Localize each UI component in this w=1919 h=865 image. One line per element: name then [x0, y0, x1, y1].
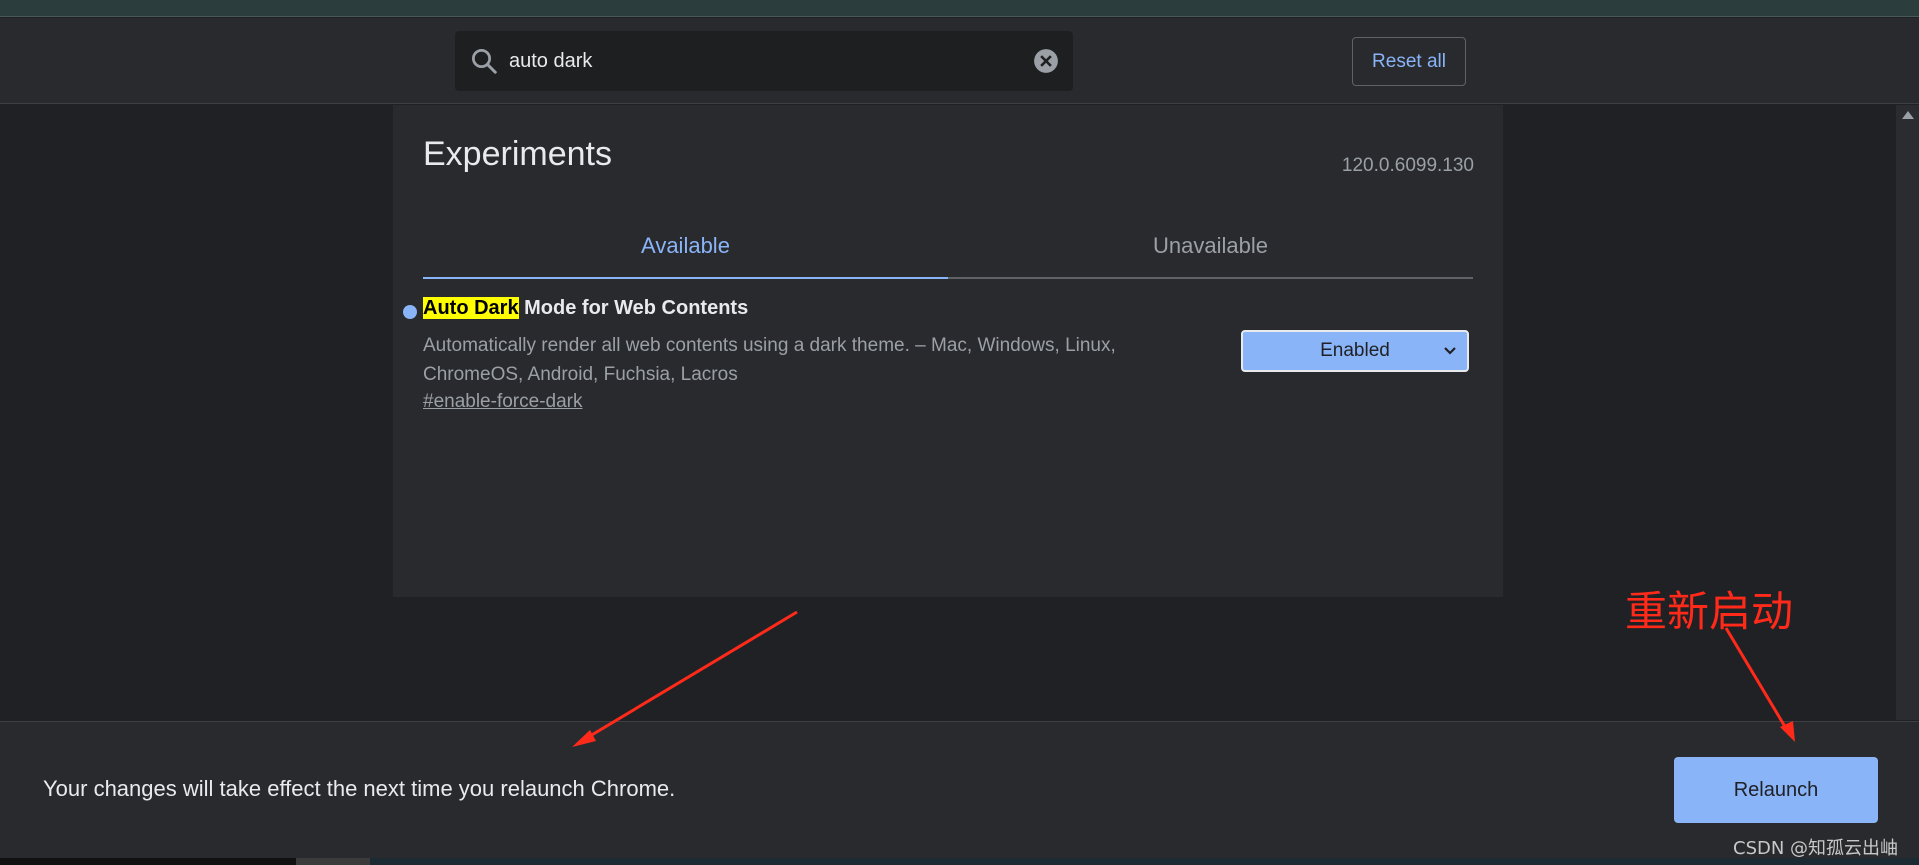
experiment-title-rest: Mode for Web Contents	[518, 297, 749, 319]
experiment-title: Auto Dark Mode for Web Contents	[423, 297, 748, 320]
scroll-up-arrow-icon[interactable]	[1902, 111, 1914, 119]
taskbar-segment	[296, 858, 370, 865]
experiments-card: Experiments 120.0.6099.130 Available Una…	[393, 105, 1503, 597]
experiment-flag-link[interactable]: #enable-force-dark	[423, 391, 582, 413]
experiment-item: Auto Dark Mode for Web Contents Automati…	[393, 293, 1503, 433]
tab-available[interactable]: Available	[423, 215, 948, 279]
taskbar-segment	[0, 858, 296, 865]
relaunch-button[interactable]: Relaunch	[1674, 757, 1878, 823]
chevron-down-icon	[1444, 347, 1456, 355]
search-match-highlight: Auto Dark	[423, 297, 519, 319]
watermark: CSDN @知孤云出岫	[1733, 838, 1899, 859]
window-top-strip	[0, 0, 1919, 17]
search-input[interactable]	[509, 31, 989, 91]
annotation-label: 重新启动	[1625, 587, 1794, 636]
flags-header: Reset all	[0, 18, 1919, 104]
select-value: Enabled	[1320, 340, 1390, 361]
tab-bar: Available Unavailable	[423, 215, 1473, 279]
reset-all-button[interactable]: Reset all	[1352, 37, 1466, 86]
experiment-state-select[interactable]: Enabled	[1241, 330, 1469, 372]
version-label: 120.0.6099.130	[1341, 155, 1474, 176]
taskbar-strip	[0, 858, 1919, 865]
experiment-description: Automatically render all web contents us…	[423, 335, 1116, 385]
relaunch-bar: Your changes will take effect the next t…	[0, 721, 1919, 858]
search-box[interactable]	[455, 31, 1073, 91]
clear-search-icon[interactable]	[1033, 48, 1059, 74]
search-icon	[472, 49, 497, 74]
page-title: Experiments	[423, 135, 612, 173]
modified-indicator-dot	[403, 305, 417, 319]
vertical-scrollbar[interactable]	[1896, 105, 1919, 720]
tab-unavailable[interactable]: Unavailable	[948, 215, 1473, 277]
relaunch-message: Your changes will take effect the next t…	[43, 776, 676, 801]
